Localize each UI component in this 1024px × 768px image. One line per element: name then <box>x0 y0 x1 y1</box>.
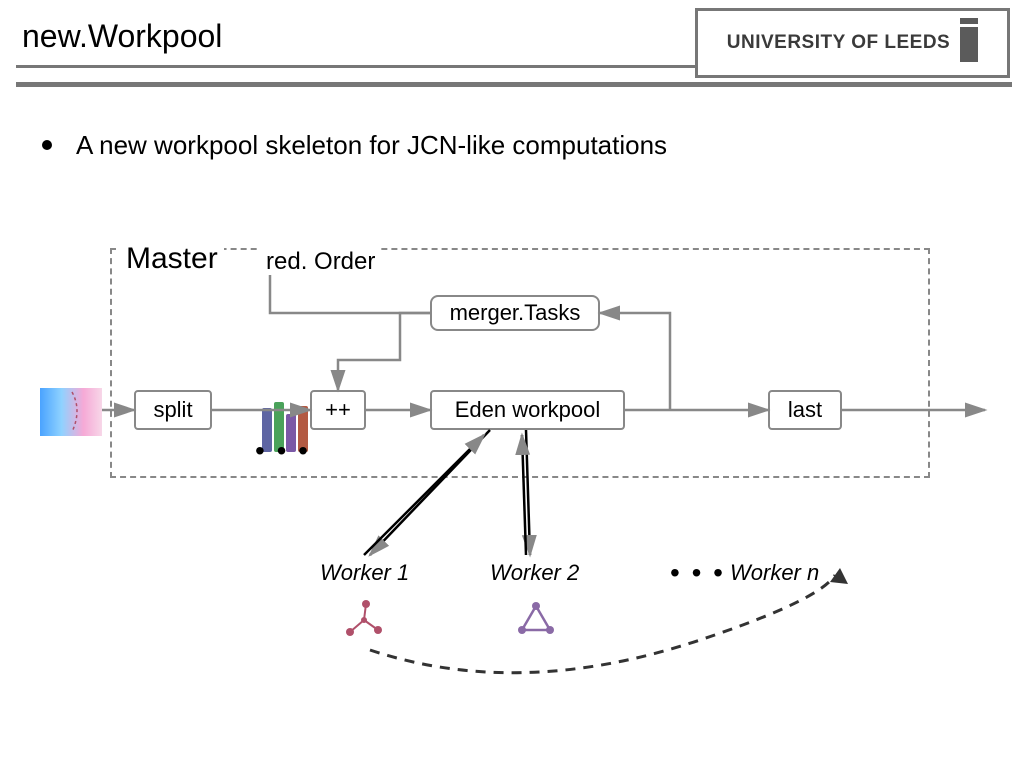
connectors <box>0 0 1024 768</box>
